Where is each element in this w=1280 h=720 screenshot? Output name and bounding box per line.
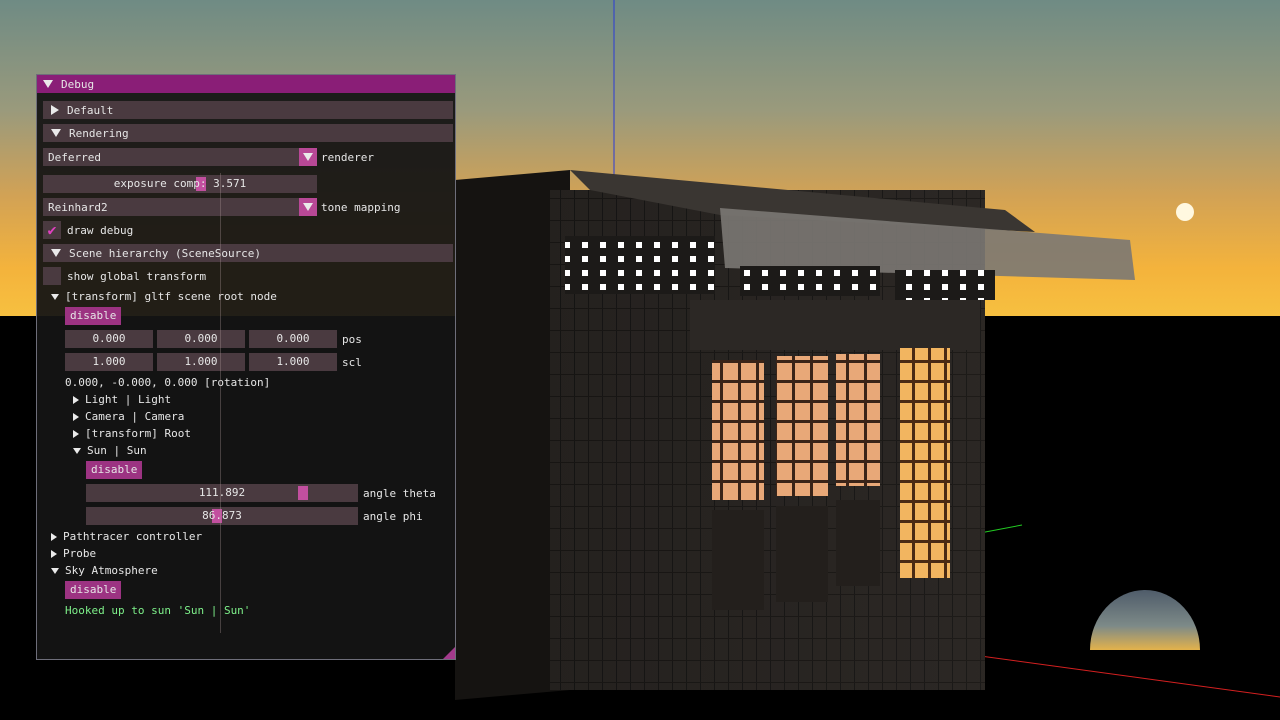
sky-disable-button[interactable]: disable <box>65 581 122 599</box>
show-global-transform-label: show global transform <box>67 270 207 283</box>
tree-node-label: Light | Light <box>85 393 172 406</box>
tree-node-sun[interactable]: Sun | Sun <box>73 444 147 457</box>
renderer-dropdown[interactable]: Deferred <box>43 148 317 166</box>
tree-collapse-icon <box>51 293 59 300</box>
angle-phi-slider[interactable]: 86.873 <box>86 507 358 525</box>
sun-disable-button[interactable]: disable <box>86 461 143 479</box>
tree-node-sky-atmosphere[interactable]: Sky Atmosphere <box>51 564 158 577</box>
resize-grip-icon[interactable] <box>443 647 455 659</box>
tree-expand-icon <box>73 412 79 421</box>
checkmark-icon: ✔ <box>47 221 57 239</box>
renderer-label: renderer <box>321 151 374 164</box>
angle-phi-label: angle phi <box>363 510 423 523</box>
tone-mapping-value: Reinhard2 <box>48 200 108 214</box>
tree-node-label: [transform] gltf scene root node <box>65 290 277 303</box>
section-rendering-label: Rendering <box>69 126 129 140</box>
rotation-text: 0.000, -0.000, 0.000 [rotation] <box>65 376 271 389</box>
tree-node-camera[interactable]: Camera | Camera <box>73 410 184 423</box>
pos-z-field[interactable]: 0.000 <box>249 330 337 348</box>
tree-node-label: Pathtracer controller <box>63 530 203 543</box>
pos-x-field[interactable]: 0.000 <box>65 330 153 348</box>
tone-mapping-label: tone mapping <box>321 201 401 214</box>
tree-node-label: Sky Atmosphere <box>65 564 158 577</box>
scene-hierarchy-label: Scene hierarchy (SceneSource) <box>69 246 262 260</box>
debug-window[interactable]: Debug Default Rendering Deferred rendere… <box>36 74 456 660</box>
tree-node-pathtracer[interactable]: Pathtracer controller <box>51 530 202 543</box>
section-scene-hierarchy[interactable]: Scene hierarchy (SceneSource) <box>43 244 453 262</box>
renderer-value: Deferred <box>48 150 101 164</box>
tone-mapping-dropdown[interactable]: Reinhard2 <box>43 198 317 216</box>
tree-node-light[interactable]: Light | Light <box>73 393 171 406</box>
exposure-text: exposure comp: 3.571 <box>113 177 247 190</box>
pos-label: pos <box>342 333 362 346</box>
tree-node-label: Sun | Sun <box>87 444 147 457</box>
angle-theta-label: angle theta <box>363 487 436 500</box>
tree-expand-icon <box>51 549 57 558</box>
angle-theta-value: 111.892 <box>198 486 246 499</box>
angle-theta-slider[interactable]: 111.892 <box>86 484 358 502</box>
angle-theta-slider-grab[interactable] <box>298 486 308 500</box>
tree-node-label: Probe <box>63 547 97 560</box>
collapse-window-icon[interactable] <box>43 80 53 88</box>
tree-expand-icon <box>51 532 57 541</box>
scl-y-field[interactable]: 1.000 <box>157 353 245 371</box>
tree-node-probe[interactable]: Probe <box>51 547 96 560</box>
column-divider <box>220 173 221 633</box>
tree-collapse-icon <box>51 567 59 574</box>
tree-node-label: Camera | Camera <box>85 410 185 423</box>
tree-expand-icon <box>73 429 79 438</box>
tree-node-gltf-root[interactable]: [transform] gltf scene root node <box>51 290 277 303</box>
collapse-arrow-icon <box>51 129 61 137</box>
scl-z-field[interactable]: 1.000 <box>249 353 337 371</box>
pos-y-field[interactable]: 0.000 <box>157 330 245 348</box>
section-default-label: Default <box>67 103 114 117</box>
tree-node-label: [transform] Root <box>85 427 191 440</box>
dropdown-arrow-icon[interactable] <box>299 198 317 216</box>
scl-label: scl <box>342 356 362 369</box>
expand-arrow-icon <box>51 105 59 115</box>
debug-window-titlebar[interactable]: Debug <box>37 75 455 93</box>
tree-expand-icon <box>73 395 79 404</box>
tree-collapse-icon <box>73 447 81 454</box>
angle-phi-value: 86.873 <box>202 509 242 522</box>
tree-node-root[interactable]: [transform] Root <box>73 427 191 440</box>
show-global-transform-checkbox[interactable] <box>43 267 61 285</box>
scl-x-field[interactable]: 1.000 <box>65 353 153 371</box>
section-default[interactable]: Default <box>43 101 453 119</box>
collapse-arrow-icon <box>51 249 61 257</box>
section-rendering[interactable]: Rendering <box>43 124 453 142</box>
draw-debug-checkbox[interactable]: ✔ <box>43 221 61 239</box>
sky-status-text: Hooked up to sun 'Sun | Sun' <box>65 604 251 617</box>
root-disable-button[interactable]: disable <box>65 307 122 325</box>
window-title: Debug <box>61 77 95 91</box>
exposure-slider[interactable]: exposure comp: 3.571 <box>43 175 317 193</box>
dropdown-arrow-icon[interactable] <box>299 148 317 166</box>
draw-debug-label: draw debug <box>67 224 134 237</box>
